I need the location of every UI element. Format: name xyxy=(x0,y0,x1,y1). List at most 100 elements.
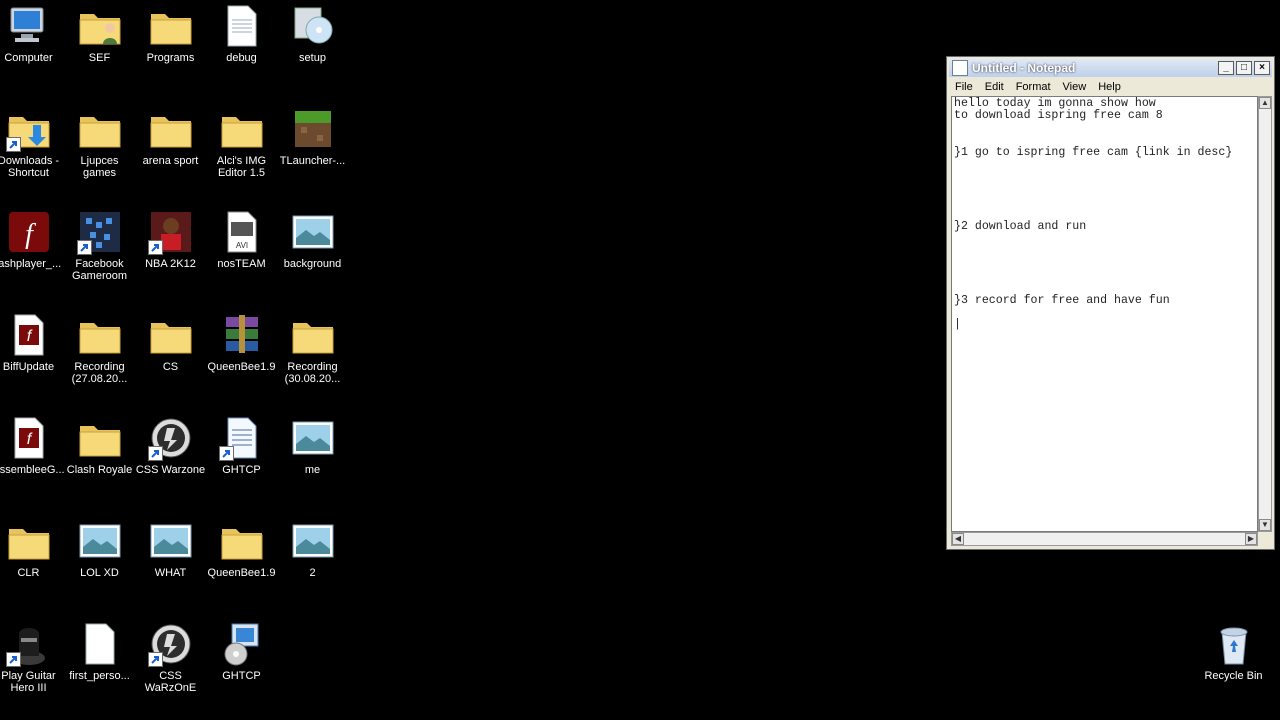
folder-icon xyxy=(218,105,266,153)
desktop-icon[interactable]: Computer xyxy=(0,2,64,64)
winrar-icon xyxy=(218,311,266,359)
maximize-button[interactable]: □ xyxy=(1236,61,1252,75)
desktop-icon-label: Clash Royale xyxy=(66,464,133,476)
flash-icon: f xyxy=(5,208,53,256)
desktop-icon[interactable]: 2 xyxy=(277,517,348,579)
scroll-down-button[interactable]: ▼ xyxy=(1259,519,1271,531)
recycle-bin[interactable]: Recycle Bin xyxy=(1198,620,1269,682)
desktop-icon-label: me xyxy=(304,464,321,476)
desktop-icon-label: LOL XD xyxy=(80,567,119,579)
gameroom-icon xyxy=(76,208,124,256)
recycle-bin-label: Recycle Bin xyxy=(1204,670,1263,682)
desktop-icon[interactable]: first_perso... xyxy=(64,620,135,682)
desktop-icon-label: setup xyxy=(299,52,326,64)
image-icon xyxy=(289,517,337,565)
desktop-icon[interactable]: NBA 2K12 xyxy=(135,208,206,270)
desktop-icon-label: QueenBee1.9 xyxy=(207,361,276,373)
notepad-title: Untitled - Notepad xyxy=(972,61,1076,75)
desktop-icon[interactable]: QueenBee1.9 xyxy=(206,517,277,579)
notepad-titlebar[interactable]: Untitled - Notepad _ □ × xyxy=(949,59,1272,77)
desktop-icon-label: CS xyxy=(162,361,179,373)
menu-help[interactable]: Help xyxy=(1092,81,1127,93)
desktop-icon[interactable]: QueenBee1.9 xyxy=(206,311,277,373)
desktop-icon[interactable]: CLR xyxy=(0,517,64,579)
desktop-icon-label: TLauncher-... xyxy=(279,155,346,167)
desktop-icon[interactable]: WHAT xyxy=(135,517,206,579)
horizontal-scrollbar[interactable]: ◀ ▶ xyxy=(951,532,1258,546)
close-button[interactable]: × xyxy=(1254,61,1270,75)
desktop-icon-label: AssembleeG... xyxy=(0,464,65,476)
desktop-icon[interactable]: CSS WaRzOnE xyxy=(135,620,206,694)
recycle-bin-icon xyxy=(1210,620,1258,668)
menu-edit[interactable]: Edit xyxy=(979,81,1010,93)
shortcut-arrow-icon xyxy=(147,240,163,255)
desktop-icon[interactable]: SEF xyxy=(64,2,135,64)
desktop-icon-label: CSS Warzone xyxy=(135,464,206,476)
scroll-left-button[interactable]: ◀ xyxy=(952,533,964,545)
image-icon xyxy=(147,517,195,565)
desktop-icon[interactable]: background xyxy=(277,208,348,270)
menu-view[interactable]: View xyxy=(1057,81,1093,93)
desktop-icon[interactable]: Programs xyxy=(135,2,206,64)
desktop-icon[interactable]: CSS Warzone xyxy=(135,414,206,476)
desktop-icon-label: Alci's IMG Editor 1.5 xyxy=(216,155,267,179)
desktop-icon[interactable]: f AssembleeG... xyxy=(0,414,65,476)
folder-icon xyxy=(76,105,124,153)
folder-icon xyxy=(218,517,266,565)
desktop-icon[interactable]: GHTCP xyxy=(206,620,277,682)
desktop-icon[interactable]: me xyxy=(277,414,348,476)
desktop-icon[interactable]: Recording (27.08.20... xyxy=(64,311,135,385)
desktop-icon[interactable]: f BiffUpdate xyxy=(0,311,64,373)
desktop-icon[interactable]: Clash Royale xyxy=(64,414,135,476)
notepad-text: hello today im gonna show how to downloa… xyxy=(954,97,1233,332)
svg-text:AVI: AVI xyxy=(235,241,247,250)
scroll-right-button[interactable]: ▶ xyxy=(1245,533,1257,545)
desktop-icon-label: Recording (27.08.20... xyxy=(71,361,128,385)
desktop-icon-label: Recording (30.08.20... xyxy=(284,361,341,385)
desktop-icon[interactable]: Ljupces games xyxy=(64,105,135,179)
shortcut-arrow-icon xyxy=(147,652,163,667)
desktop-icon[interactable]: Facebook Gameroom xyxy=(64,208,135,282)
css-icon xyxy=(147,620,195,668)
desktop-icon-label: first_perso... xyxy=(69,670,130,682)
desktop-icon-label: WHAT xyxy=(154,567,187,579)
desktop-icon-label: Computer xyxy=(4,52,53,64)
desktop-icon-label: Facebook Gameroom xyxy=(71,258,128,282)
shortcut-arrow-icon xyxy=(76,240,92,255)
desktop-icon-label: GHTCP xyxy=(222,670,261,682)
desktop-icon[interactable]: arena sport xyxy=(135,105,206,167)
css-icon xyxy=(147,414,195,462)
desktop-icon-label: Play Guitar Hero III xyxy=(1,670,56,694)
folder-icon xyxy=(76,414,124,462)
scroll-up-button[interactable]: ▲ xyxy=(1259,97,1271,109)
desktop-icon[interactable]: setup xyxy=(277,2,348,64)
flash-file-icon: f xyxy=(5,311,53,359)
desktop-icon[interactable]: Downloads - Shortcut xyxy=(0,105,64,179)
desktop-icon[interactable]: CS xyxy=(135,311,206,373)
desktop-icon[interactable]: AVI nosTEAM xyxy=(206,208,277,270)
desktop-icon[interactable]: Alci's IMG Editor 1.5 xyxy=(206,105,277,179)
menu-file[interactable]: File xyxy=(949,81,979,93)
vertical-scrollbar[interactable]: ▲ ▼ xyxy=(1258,96,1272,532)
desktop-icon[interactable]: TLauncher-... xyxy=(277,105,348,167)
desktop-icon[interactable]: LOL XD xyxy=(64,517,135,579)
desktop-icon-label: nosTEAM xyxy=(217,258,266,270)
desktop-icon[interactable]: debug xyxy=(206,2,277,64)
notepad-window[interactable]: Untitled - Notepad _ □ × File Edit Forma… xyxy=(946,56,1275,550)
folder-icon xyxy=(76,311,124,359)
folder-icon xyxy=(147,2,195,50)
desktop-icon[interactable]: GHTCP xyxy=(206,414,277,476)
shortcut-arrow-icon xyxy=(5,652,21,667)
menu-format[interactable]: Format xyxy=(1010,81,1057,93)
desktop-icon[interactable]: Play Guitar Hero III xyxy=(0,620,64,694)
notepad-text-area[interactable]: hello today im gonna show how to downloa… xyxy=(951,96,1258,532)
desktop-icon-label: CLR xyxy=(17,567,40,579)
image-icon xyxy=(76,517,124,565)
desktop-icon[interactable]: f lashplayer_... xyxy=(0,208,64,270)
computer-icon xyxy=(5,2,53,50)
desktop-icon[interactable]: Recording (30.08.20... xyxy=(277,311,348,385)
minimize-button[interactable]: _ xyxy=(1218,61,1234,75)
document-icon xyxy=(218,414,266,462)
desktop-icon-label: background xyxy=(283,258,342,270)
desktop-icon-label: lashplayer_... xyxy=(0,258,62,270)
